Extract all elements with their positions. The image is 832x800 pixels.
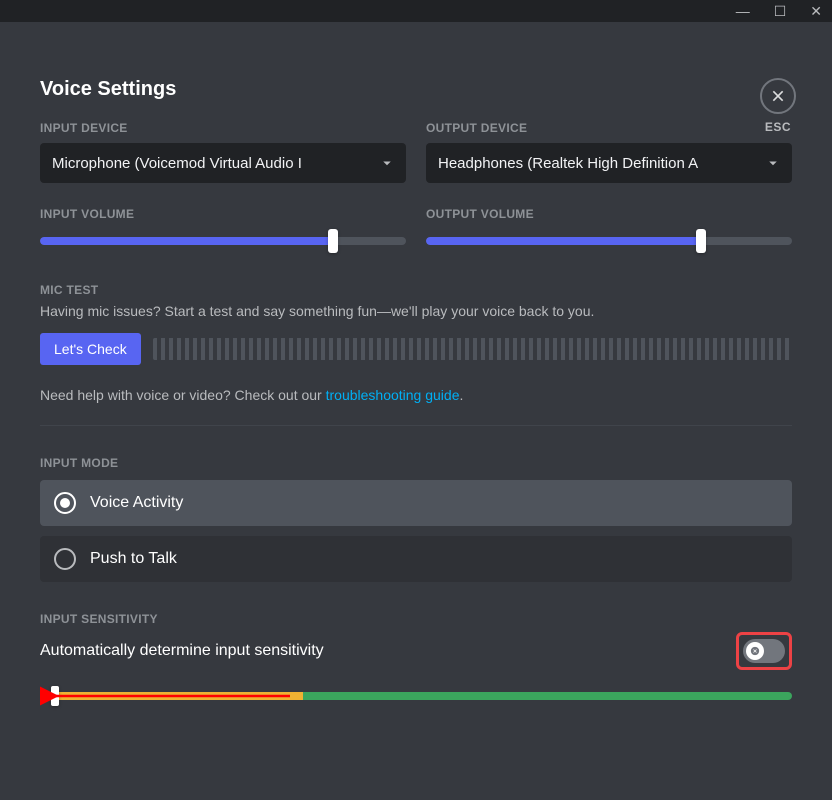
chevron-down-icon	[764, 154, 782, 172]
input-device-select[interactable]: Microphone (Voicemod Virtual Audio I	[40, 143, 406, 183]
window-maximize-button[interactable]: ☐	[774, 4, 787, 18]
input-mode-option-label: Push to Talk	[90, 550, 177, 568]
troubleshoot-text: Need help with voice or video? Check out…	[40, 387, 792, 403]
window-minimize-button[interactable]: —	[736, 4, 750, 18]
output-device-select[interactable]: Headphones (Realtek High Definition A	[426, 143, 792, 183]
esc-label: ESC	[760, 120, 796, 134]
input-volume-slider[interactable]	[40, 229, 406, 253]
troubleshoot-link[interactable]: troubleshooting guide	[326, 387, 460, 403]
radio-icon	[54, 548, 76, 570]
annotation-highlight-box	[736, 632, 792, 670]
input-mode-option[interactable]: Voice Activity	[40, 480, 792, 526]
output-volume-slider[interactable]	[426, 229, 792, 253]
input-sensitivity-slider[interactable]	[40, 686, 792, 706]
x-icon	[750, 646, 760, 656]
chevron-down-icon	[378, 154, 396, 172]
input-sensitivity-label: INPUT SENSITIVITY	[40, 612, 792, 626]
window-titlebar: — ☐ ✕	[0, 0, 832, 22]
input-volume-label: INPUT VOLUME	[40, 207, 406, 221]
input-mode-label: INPUT MODE	[40, 456, 792, 470]
section-divider	[40, 425, 792, 426]
input-device-value: Microphone (Voicemod Virtual Audio I	[52, 155, 370, 172]
input-device-label: INPUT DEVICE	[40, 121, 406, 135]
close-settings-button[interactable]	[760, 78, 796, 114]
close-icon	[770, 88, 786, 104]
mic-test-help: Having mic issues? Start a test and say …	[40, 303, 792, 319]
mic-test-label: MIC TEST	[40, 283, 792, 297]
auto-sensitivity-toggle[interactable]	[743, 639, 785, 663]
mic-level-meter	[153, 338, 792, 360]
mic-test-button[interactable]: Let's Check	[40, 333, 141, 365]
radio-icon	[54, 492, 76, 514]
auto-sensitivity-label: Automatically determine input sensitivit…	[40, 642, 324, 660]
input-mode-option[interactable]: Push to Talk	[40, 536, 792, 582]
output-device-label: OUTPUT DEVICE	[426, 121, 792, 135]
output-device-value: Headphones (Realtek High Definition A	[438, 155, 756, 172]
input-mode-option-label: Voice Activity	[90, 494, 183, 512]
output-volume-label: OUTPUT VOLUME	[426, 207, 792, 221]
window-close-button[interactable]: ✕	[810, 4, 822, 18]
page-title: Voice Settings	[40, 78, 792, 101]
